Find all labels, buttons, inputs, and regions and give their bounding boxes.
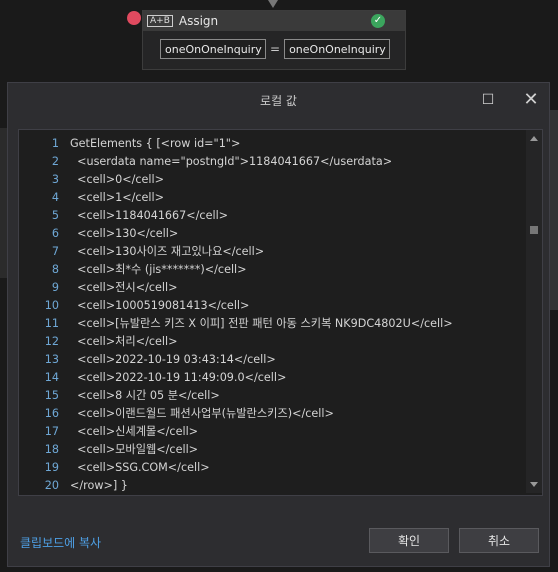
line-text: <cell>1000519081413</cell>: [70, 299, 250, 312]
assign-icon: A+B: [147, 15, 173, 27]
code-line: 7 <cell>130사이즈 재고있나요</cell>: [19, 243, 519, 261]
assign-left-field[interactable]: oneOnOneInquiry: [160, 39, 266, 59]
line-text: <cell>1184041667</cell>: [70, 209, 229, 222]
maximize-icon[interactable]: ☐: [476, 88, 500, 112]
local-value-dialog: 로컬 값 ☐ ✕ 1 GetElements { [<row id="1"> 2 <…: [7, 82, 550, 567]
line-number: 12: [44, 335, 59, 348]
line-number: 7: [51, 245, 59, 258]
vertical-scrollbar[interactable]: [526, 130, 542, 493]
check-icon: ✓: [371, 14, 385, 28]
code-line: 11 <cell>[뉴발란스 키즈 X 이피] 전판 패턴 아동 스키복 NK9…: [19, 315, 519, 333]
copy-to-clipboard-link[interactable]: 클립보드에 복사: [20, 534, 101, 551]
line-number: 2: [51, 155, 59, 168]
line-text: <cell>0</cell>: [70, 173, 164, 186]
line-number: 3: [51, 173, 59, 186]
breakpoint-dot[interactable]: [127, 11, 141, 25]
equals-sign: =: [270, 42, 281, 56]
code-line: 5 <cell>1184041667</cell>: [19, 207, 519, 225]
line-text: <userdata name="postngId">1184041667</us…: [70, 155, 393, 168]
line-text: <cell>전시</cell>: [70, 281, 178, 294]
code-line: 9 <cell>전시</cell>: [19, 279, 519, 297]
code-line: 15 <cell>8 시간 05 분</cell>: [19, 387, 519, 405]
line-number: 11: [44, 317, 59, 330]
line-number: 10: [44, 299, 59, 312]
line-text: <cell>최*수 (jis*******)</cell>: [70, 263, 247, 276]
close-icon[interactable]: ✕: [519, 88, 543, 112]
code-line: 3 <cell>0</cell>: [19, 171, 519, 189]
line-number: 15: [44, 389, 59, 402]
code-line: 6 <cell>130</cell>: [19, 225, 519, 243]
line-number: 8: [51, 263, 59, 276]
assign-right-field[interactable]: oneOnOneInquiry: [284, 39, 391, 59]
line-number: 17: [44, 425, 59, 438]
line-number: 6: [51, 227, 59, 240]
code-line: 20 </row>] }: [19, 477, 519, 495]
assign-header[interactable]: A+B Assign ✓: [143, 11, 405, 31]
line-text: <cell>130사이즈 재고있나요</cell>: [70, 245, 265, 258]
cancel-button[interactable]: 취소: [459, 528, 539, 553]
scroll-thumb[interactable]: [530, 226, 538, 234]
line-text: <cell>1</cell>: [70, 191, 164, 204]
line-text: <cell>130</cell>: [70, 227, 179, 240]
code-line: 13 <cell>2022-10-19 03:43:14</cell>: [19, 351, 519, 369]
assign-title: Assign: [178, 14, 219, 28]
line-text: <cell>8 시간 05 분</cell>: [70, 389, 220, 402]
code-line: 17 <cell>신세계몰</cell>: [19, 423, 519, 441]
code-line: 10 <cell>1000519081413</cell>: [19, 297, 519, 315]
line-text: <cell>SSG.COM</cell>: [70, 461, 210, 474]
line-text: <cell>2022-10-19 03:43:14</cell>: [70, 353, 276, 366]
line-text: <cell>모바일웹</cell>: [70, 443, 199, 456]
line-text: <cell>2022-10-19 11:49:09.0</cell>: [70, 371, 287, 384]
code-line: 8 <cell>최*수 (jis*******)</cell>: [19, 261, 519, 279]
code-line: 1 GetElements { [<row id="1">: [19, 135, 519, 153]
line-number: 1: [51, 137, 59, 150]
assign-row: oneOnOneInquiry = oneOnOneInquiry: [160, 39, 391, 59]
dialog-titlebar[interactable]: 로컬 값 ☐ ✕: [8, 83, 549, 117]
line-number: 9: [51, 281, 59, 294]
right-panel-edge: [550, 110, 558, 310]
code-line: 18 <cell>모바일웹</cell>: [19, 441, 519, 459]
code-lines: 1 GetElements { [<row id="1"> 2 <userdata …: [19, 135, 519, 495]
code-line: 2 <userdata name="postngId">1184041667</…: [19, 153, 519, 171]
code-line: 16 <cell>이랜드월드 패션사업부(뉴발란스키즈)</cell>: [19, 405, 519, 423]
line-number: 4: [51, 191, 59, 204]
connector-arrow: [268, 0, 278, 8]
code-line: 19 <cell>SSG.COM</cell>: [19, 459, 519, 477]
dialog-title: 로컬 값: [260, 94, 297, 108]
line-text: <cell>처리</cell>: [70, 335, 178, 348]
ok-button[interactable]: 확인: [369, 528, 449, 553]
line-text: </row>] }: [70, 479, 128, 492]
line-text: <cell>[뉴발란스 키즈 X 이피] 전판 패턴 아동 스키복 NK9DC4…: [70, 317, 453, 330]
assign-activity[interactable]: A+B Assign ✓ oneOnOneInquiry = oneOnOneI…: [142, 10, 406, 70]
line-text: <cell>이랜드월드 패션사업부(뉴발란스키즈)</cell>: [70, 407, 334, 420]
line-number: 5: [51, 209, 59, 222]
line-number: 18: [44, 443, 59, 456]
line-number: 14: [44, 371, 59, 384]
line-number: 13: [44, 353, 59, 366]
scroll-up-arrow[interactable]: [530, 136, 538, 141]
code-line: 12 <cell>처리</cell>: [19, 333, 519, 351]
scroll-down-arrow[interactable]: [530, 482, 538, 487]
code-editor[interactable]: 1 GetElements { [<row id="1"> 2 <userdata …: [18, 129, 543, 496]
line-number: 20: [44, 479, 59, 492]
code-line: 4 <cell>1</cell>: [19, 189, 519, 207]
line-text: <cell>신세계몰</cell>: [70, 425, 199, 438]
line-text: GetElements { [<row id="1">: [70, 137, 241, 150]
line-number: 16: [44, 407, 59, 420]
code-line: 14 <cell>2022-10-19 11:49:09.0</cell>: [19, 369, 519, 387]
line-number: 19: [44, 461, 59, 474]
